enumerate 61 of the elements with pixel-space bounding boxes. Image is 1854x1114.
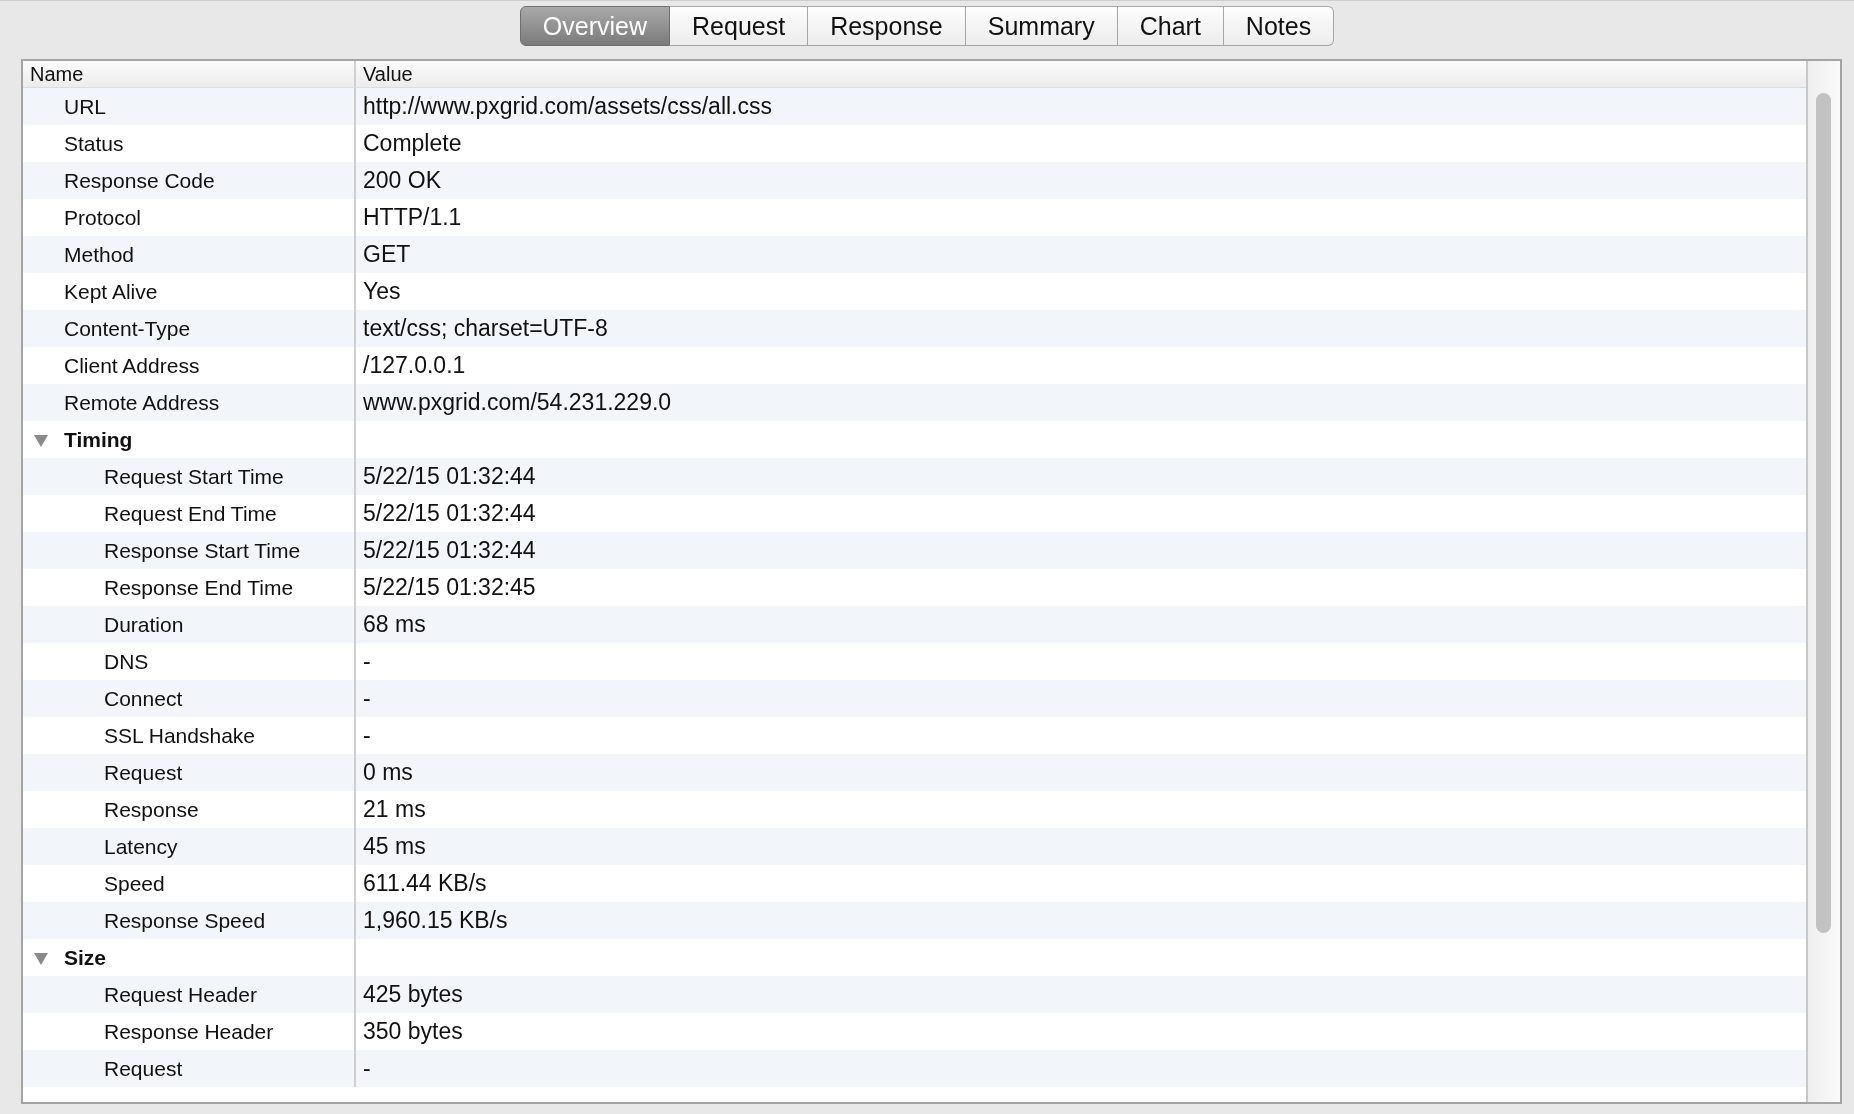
property-value: www.pxgrid.com/54.231.229.0 xyxy=(363,389,672,416)
property-name: Method xyxy=(64,242,135,267)
property-name: Response xyxy=(104,797,199,822)
scrollbar-thumb[interactable] xyxy=(1816,93,1831,933)
property-name: Remote Address xyxy=(64,390,220,415)
property-name: URL xyxy=(64,94,106,119)
property-name: Request Start Time xyxy=(104,464,284,489)
property-name: Protocol xyxy=(64,205,142,230)
property-value: 0 ms xyxy=(363,759,413,786)
property-name: Content-Type xyxy=(64,316,191,341)
property-name: Request xyxy=(104,1056,183,1081)
property-name: DNS xyxy=(104,649,149,674)
property-value: 5/22/15 01:32:44 xyxy=(363,537,536,564)
property-value: 5/22/15 01:32:44 xyxy=(363,500,536,527)
tab[interactable]: Response xyxy=(808,6,966,46)
property-value: HTTP/1.1 xyxy=(363,204,462,231)
property-value: 200 OK xyxy=(363,167,441,194)
column-header[interactable]: Value xyxy=(356,61,1806,87)
property-name: Latency xyxy=(104,834,178,859)
property-value: - xyxy=(363,648,371,675)
property-name: Response Speed xyxy=(104,908,266,933)
property-value: 21 ms xyxy=(363,796,426,823)
property-name: Response Code xyxy=(64,168,215,193)
property-name: Size xyxy=(64,945,107,970)
property-name: SSL Handshake xyxy=(104,723,255,748)
property-name: Response End Time xyxy=(104,575,294,600)
property-name: Request End Time xyxy=(104,501,277,526)
property-value: 425 bytes xyxy=(363,981,463,1008)
property-name: Response Start Time xyxy=(104,538,301,563)
property-name: Kept Alive xyxy=(64,279,158,304)
property-name: Duration xyxy=(104,612,184,637)
property-name: Client Address xyxy=(64,353,200,378)
tab[interactable]: Request xyxy=(670,6,809,46)
property-value: Complete xyxy=(363,130,462,157)
property-name: Request Header xyxy=(104,982,257,1007)
property-name: Speed xyxy=(104,871,165,896)
property-value: GET xyxy=(363,241,411,268)
property-name: Request xyxy=(104,760,183,785)
property-value: Yes xyxy=(363,278,401,305)
tab[interactable]: Notes xyxy=(1223,6,1335,46)
property-name: Response Header xyxy=(104,1019,274,1044)
disclosure-triangle-icon[interactable] xyxy=(33,952,49,966)
property-value: 1,960.15 KB/s xyxy=(363,907,508,934)
property-value: 5/22/15 01:32:45 xyxy=(363,574,536,601)
property-value: /127.0.0.1 xyxy=(363,352,466,379)
property-name: Status xyxy=(64,131,124,156)
tab[interactable]: Summary xyxy=(965,6,1118,46)
property-value: - xyxy=(363,1055,371,1082)
property-value: text/css; charset=UTF-8 xyxy=(363,315,608,342)
property-name: Timing xyxy=(64,427,133,452)
property-value: http://www.pxgrid.com/assets/css/all.css xyxy=(363,93,772,120)
property-name: Connect xyxy=(104,686,183,711)
tab[interactable]: Chart xyxy=(1117,6,1224,46)
property-value: 5/22/15 01:32:44 xyxy=(363,463,536,490)
disclosure-triangle-icon[interactable] xyxy=(33,434,49,448)
property-value: 45 ms xyxy=(363,833,426,860)
property-value: - xyxy=(363,722,371,749)
property-value: 611.44 KB/s xyxy=(363,870,487,897)
property-value: 350 bytes xyxy=(363,1018,463,1045)
property-value: - xyxy=(363,685,371,712)
property-value: 68 ms xyxy=(363,611,426,638)
